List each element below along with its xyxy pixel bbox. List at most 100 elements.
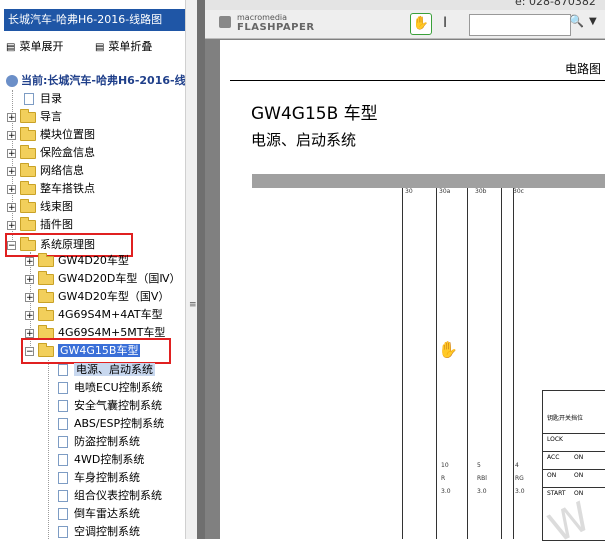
menu-toolbar: ▤ 菜单展开 ▤ 菜单折叠 — [6, 38, 180, 54]
tree-item-connectors[interactable]: + 插件图 — [7, 216, 73, 233]
expand-plus-icon[interactable]: + — [7, 112, 16, 122]
collapse-minus-icon[interactable]: − — [7, 240, 16, 250]
tree-item-gw4d20-v[interactable]: + GW4D20车型（国Ⅴ） — [25, 288, 169, 305]
tree-item-gw4d20d[interactable]: + GW4D20D车型（国Ⅳ） — [25, 270, 181, 287]
collapse-minus-icon[interactable]: − — [25, 346, 34, 356]
tree-item-4g69-4at[interactable]: +4G69S4M+4AT车型 — [25, 306, 163, 323]
flashpaper-logo: macromedia FLASHPAPER — [219, 13, 314, 33]
viewer-toolbar: macromedia FLASHPAPER ✋ I 🔍 ▼ — [205, 10, 605, 39]
header-rule — [230, 80, 605, 81]
expand-plus-icon[interactable]: + — [25, 328, 34, 338]
tree-leaf-abs-esp[interactable]: ABS/ESP控制系统 — [58, 416, 164, 432]
model-title: GW4G15B 车型 — [251, 104, 378, 124]
hand-tool-button[interactable]: ✋ — [410, 13, 432, 35]
folder-icon — [38, 324, 54, 339]
tree-line — [48, 360, 49, 539]
document-icon — [58, 472, 68, 484]
tree-leaf-cluster[interactable]: 组合仪表控制系统 — [58, 488, 162, 504]
document-icon — [58, 490, 68, 502]
ignition-row: ON ON — [543, 469, 605, 479]
folder-icon — [20, 180, 36, 195]
pin-number: 10 — [441, 462, 449, 469]
tree-item-ground-points[interactable]: + 整车搭铁点 — [7, 180, 95, 197]
ignition-row: START ON — [543, 487, 605, 497]
grip-icon: ≡ — [189, 300, 197, 310]
tree-item-harness[interactable]: + 线束图 — [7, 198, 73, 215]
diagram-power-bar — [252, 174, 605, 188]
tree-panel: 长城汽车-哈弗H6-2016-线路图 ▤ 菜单展开 ▤ 菜单折叠 当前:长城汽车-哈… — [0, 0, 198, 540]
tree-leaf-parking-radar[interactable]: 倒车雷达系统 — [58, 506, 140, 522]
tree-item-4g69-5mt[interactable]: +4G69S4M+5MT车型 — [25, 324, 165, 341]
search-input[interactable] — [469, 14, 571, 36]
document-icon — [58, 508, 68, 520]
ignition-row: ACC ON — [543, 451, 605, 461]
flashpaper-icon — [219, 16, 231, 28]
pin-wire-size: 3.0 — [515, 488, 525, 495]
tree-leaf-ac[interactable]: 空调控制系统 — [58, 524, 140, 540]
tree-item-fuse-box[interactable]: + 保险盒信息 — [7, 144, 95, 161]
document-icon — [58, 382, 68, 394]
pin-number: 4 — [515, 462, 519, 469]
tree-title: 长城汽车-哈弗H6-2016-线路图 — [4, 9, 198, 31]
expand-plus-icon[interactable]: + — [25, 310, 34, 320]
text-select-tool-button[interactable]: I — [443, 15, 447, 31]
tree-item-network[interactable]: + 网络信息 — [7, 162, 84, 179]
column-label: 30b — [475, 188, 487, 195]
column-label: 30c — [513, 188, 524, 195]
expand-plus-icon[interactable]: + — [7, 202, 16, 212]
folder-icon — [20, 144, 36, 159]
tree-item-gw4d20[interactable]: + GW4D20车型 — [25, 252, 129, 269]
expand-plus-icon[interactable]: + — [25, 292, 34, 302]
tree-item-schematics[interactable]: − 系统原理图 — [5, 233, 133, 257]
search-icon[interactable]: 🔍 — [569, 14, 584, 28]
folder-icon — [38, 288, 54, 303]
expand-plus-icon[interactable]: + — [7, 148, 16, 158]
tree-root[interactable]: 当前:长城汽车-哈弗H6-2016-线路 — [6, 73, 197, 89]
expand-plus-icon[interactable]: + — [7, 130, 16, 140]
tree-leaf-power-start[interactable]: 电源、启动系统 — [58, 362, 155, 378]
tree-item-intro[interactable]: + 导言 — [7, 108, 62, 125]
pin-wire-size: 3.0 — [441, 488, 451, 495]
tree-leaf-airbag[interactable]: 安全气囊控制系统 — [58, 398, 162, 414]
document-icon — [58, 400, 68, 412]
viewer-border — [197, 0, 205, 539]
expand-icon: ▤ — [6, 42, 16, 53]
wire-30 — [402, 188, 403, 539]
top-strip-text: ё: 028-870382 — [515, 0, 596, 8]
pin-wire-color: RBl — [477, 475, 487, 482]
hand-cursor-icon: ✋ — [438, 340, 458, 359]
globe-icon — [6, 75, 18, 87]
expand-plus-icon[interactable]: + — [25, 274, 34, 284]
expand-plus-icon[interactable]: + — [7, 220, 16, 230]
folder-icon — [20, 198, 36, 213]
expand-plus-icon[interactable]: + — [7, 166, 16, 176]
document-icon — [58, 526, 68, 538]
wire-30b — [467, 188, 468, 539]
wire-30c — [501, 188, 502, 539]
column-label: 30a — [439, 188, 451, 195]
tree-item-contents[interactable]: 目录 — [24, 91, 62, 107]
expand-plus-icon[interactable]: + — [25, 256, 34, 266]
pin-number: 5 — [477, 462, 481, 469]
system-title: 电源、启动系统 — [251, 131, 357, 149]
column-label: 30 — [405, 188, 413, 195]
tree-item-gw4g15b[interactable]: − GW4G15B车型 — [21, 338, 171, 364]
tree-leaf-antitheft[interactable]: 防盗控制系统 — [58, 434, 140, 450]
document-page: 电路图 GW4G15B 车型 电源、启动系统 30 30a 30b 30c 10… — [220, 40, 605, 552]
expand-plus-icon[interactable]: + — [7, 184, 16, 194]
page-header: 电路图 — [565, 62, 602, 76]
document-icon — [58, 418, 68, 430]
expand-menu-button[interactable]: ▤ 菜单展开 — [6, 40, 77, 53]
tree-leaf-4wd[interactable]: 4WD控制系统 — [58, 452, 144, 468]
document-icon — [58, 364, 68, 376]
ignition-row: LOCK — [543, 433, 605, 443]
chevron-down-icon[interactable]: ▼ — [589, 16, 597, 27]
collapse-menu-button[interactable]: ▤ 菜单折叠 — [95, 40, 166, 53]
tree-leaf-ecu[interactable]: 电喷ECU控制系统 — [58, 380, 163, 396]
folder-icon — [38, 306, 54, 321]
document-icon — [24, 93, 34, 105]
wire-30a — [436, 188, 437, 539]
tree-item-module-location[interactable]: + 模块位置图 — [7, 126, 95, 143]
document-viewer: ё: 028-870382 macromedia FLASHPAPER ✋ I … — [205, 0, 605, 552]
tree-leaf-body[interactable]: 车身控制系统 — [58, 470, 140, 486]
